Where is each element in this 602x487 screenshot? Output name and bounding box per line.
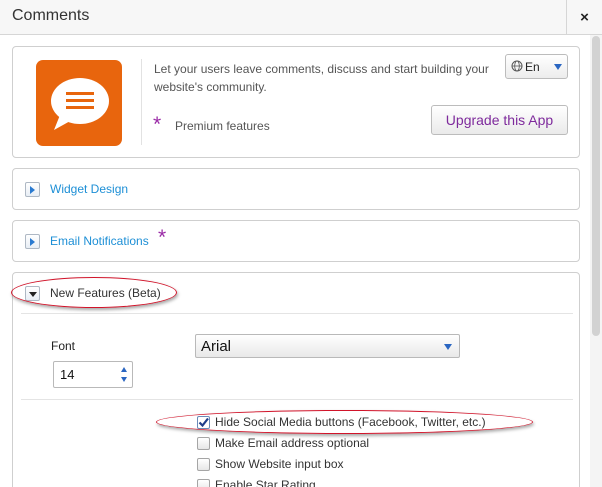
annotation-ellipse <box>11 277 177 308</box>
section-email-notifications[interactable]: Email Notifications * <box>12 220 580 262</box>
upgrade-app-button[interactable]: Upgrade this App <box>431 105 568 135</box>
section-widget-design[interactable]: Widget Design <box>12 168 580 210</box>
divider <box>21 399 573 400</box>
app-info-panel: Let your users leave comments, discuss a… <box>12 46 580 158</box>
divider <box>141 59 142 145</box>
annotation-ellipse <box>156 410 533 434</box>
close-button[interactable]: × <box>566 0 602 35</box>
checkbox[interactable] <box>197 437 210 450</box>
font-label: Font <box>51 339 76 353</box>
font-size-value: 14 <box>60 367 75 382</box>
app-description: Let your users leave comments, discuss a… <box>154 62 489 94</box>
globe-icon <box>511 59 523 77</box>
arrow-up-icon[interactable] <box>121 367 127 372</box>
chevron-down-icon <box>444 344 452 350</box>
speech-bubble-icon <box>36 60 122 146</box>
expand-button[interactable] <box>25 182 40 197</box>
font-family-select[interactable]: Arial <box>195 334 460 358</box>
arrow-down-icon[interactable] <box>121 377 127 382</box>
window-titlebar: Comments × <box>0 0 602 35</box>
language-value: En <box>525 60 540 74</box>
chevron-down-icon <box>554 64 562 70</box>
font-family-value: Arial <box>201 338 232 355</box>
section-label[interactable]: Widget Design <box>50 182 128 196</box>
checkbox[interactable] <box>197 458 210 471</box>
premium-features-label: Premium features <box>175 119 270 133</box>
triangle-right-icon <box>30 238 35 246</box>
font-size-stepper[interactable]: 14 <box>53 361 133 388</box>
checkbox-label[interactable]: Show Website input box <box>215 457 344 471</box>
window-title: Comments <box>12 7 90 24</box>
expand-button[interactable] <box>25 234 40 249</box>
checkbox[interactable] <box>197 479 210 487</box>
checkbox-label[interactable]: Make Email address optional <box>215 436 369 450</box>
divider <box>21 313 573 314</box>
section-label[interactable]: Email Notifications <box>50 234 149 248</box>
checkbox-label[interactable]: Enable Star Rating <box>215 478 316 487</box>
premium-star-icon: * <box>153 113 162 136</box>
scrollbar-thumb[interactable] <box>592 36 600 336</box>
language-select[interactable]: En <box>505 54 568 79</box>
premium-star-icon: * <box>158 226 167 249</box>
triangle-right-icon <box>30 186 35 194</box>
